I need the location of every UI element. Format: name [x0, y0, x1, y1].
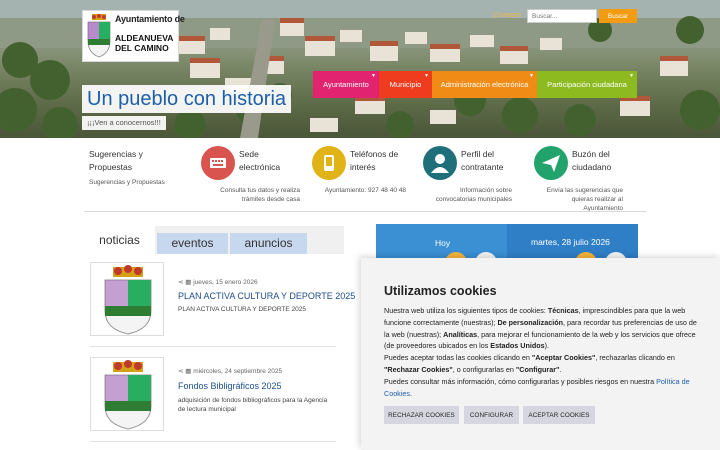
- cookie-text-span: Nuestra web utiliza los siguientes tipos…: [384, 306, 548, 315]
- logo-title: Ayuntamiento de: [115, 14, 185, 24]
- cookie-text-bold: Estados Unidos: [490, 341, 545, 351]
- quick-link-desc: Información sobre convocatorias municipa…: [435, 187, 512, 203]
- cookie-text-bold: "Rechazar Cookies": [384, 364, 453, 374]
- nav-item-participacion[interactable]: Participación ciudadana ▼: [537, 71, 637, 98]
- municipality-logo[interactable]: Ayuntamiento de ALDEANUEVA DEL CAMINO: [82, 10, 185, 62]
- quick-link-desc: Envía las sugerencias que quieras realiz…: [546, 187, 623, 212]
- tab-noticias[interactable]: noticias: [84, 226, 155, 254]
- caret-down-icon: ▼: [629, 73, 634, 79]
- quick-link-buzon[interactable]: Buzón del ciudadano Envía las sugerencia…: [533, 146, 643, 212]
- quick-link-sugerencias[interactable]: Sugerencias y Propuestas Sugerencias y P…: [89, 148, 189, 198]
- share-icon[interactable]: ⋖: [178, 279, 183, 286]
- cookie-paragraph: Puedes consultar más información, cómo c…: [384, 376, 698, 400]
- quick-link-title: Buzón del ciudadano: [572, 149, 612, 172]
- news-date: miércoles, 24 septiembre 2025: [193, 368, 283, 375]
- quick-link-title: Sede electrónica: [239, 149, 281, 172]
- hero-banner: Ayuntamiento de ALDEANUEVA DEL CAMINO Co…: [0, 0, 720, 138]
- news-meta: ⋖ ▦ jueves, 15 enero 2026: [178, 278, 258, 286]
- tab-anuncios[interactable]: anuncios: [230, 233, 307, 254]
- hero-subtitle: ¡¡¡Ven a conocernos!!!: [82, 116, 166, 130]
- accept-cookies-button[interactable]: ACEPTAR COOKIES: [523, 406, 595, 424]
- cookie-text-bold: "Configurar": [515, 364, 560, 374]
- quick-link-desc: Sugerencias y Propuestas: [89, 179, 165, 186]
- cookie-text-span: , rechazarlas clicando en: [595, 353, 675, 363]
- logo-municipality-name: ALDEANUEVA DEL CAMINO: [115, 33, 174, 53]
- quick-link-desc: Consulta tus datos y realiza trámites de…: [220, 187, 300, 203]
- configure-cookies-button[interactable]: CONFIGURAR: [464, 406, 519, 424]
- cookie-text-bold: De personalización: [497, 317, 563, 327]
- weather-today-label: Hoy: [435, 238, 451, 248]
- news-thumbnail[interactable]: [90, 357, 164, 431]
- cookie-text-bold: "Aceptar Cookies": [531, 353, 596, 363]
- news-separator: [90, 346, 336, 347]
- quick-link-desc: Ayuntamiento: 927 48 40 48: [324, 187, 406, 194]
- quick-link-title: Sugerencias y Propuestas: [89, 149, 143, 172]
- send-icon: [534, 146, 568, 180]
- tab-eventos[interactable]: eventos: [157, 233, 228, 254]
- quick-link-perfil-contratante[interactable]: Perfil del contratante Información sobre…: [422, 146, 522, 206]
- cookie-title: Utilizamos cookies: [384, 284, 497, 298]
- cookie-text-bold: Analíticas: [443, 329, 478, 339]
- hero-title: Un pueblo con historia: [82, 85, 292, 113]
- caret-down-icon: ▼: [371, 73, 376, 79]
- section-divider: [84, 211, 646, 212]
- nav-item-municipio[interactable]: Municipio ▼: [379, 71, 432, 98]
- cookie-text-span: .: [559, 364, 562, 374]
- keyboard-icon: [201, 146, 235, 180]
- nav-label: Municipio: [389, 80, 422, 89]
- news-title[interactable]: Fondos Bibligráficos 2025: [178, 381, 282, 391]
- reject-cookies-button[interactable]: RECHAZAR COOKIES: [384, 406, 459, 424]
- nav-item-ayuntamiento[interactable]: Ayuntamiento ▼: [313, 71, 379, 98]
- share-icon[interactable]: ⋖: [178, 368, 183, 375]
- phone-icon: [312, 146, 346, 180]
- coat-of-arms-icon: [87, 14, 111, 58]
- user-icon: [423, 146, 457, 180]
- nav-label: Participación ciudadana: [547, 80, 627, 89]
- news-thumbnail[interactable]: [90, 262, 164, 336]
- cookie-paragraph: Puedes aceptar todas las cookies clicand…: [384, 352, 698, 376]
- nav-label: Administración electrónica: [440, 80, 529, 89]
- coat-of-arms-icon: [104, 360, 152, 430]
- news-description: PLAN ACTIVA CULTURA Y DEPORTE 2025: [178, 306, 307, 313]
- cookie-text-span: ).: [544, 341, 550, 351]
- quick-link-sede-electronica[interactable]: Sede electrónica Consulta tus datos y re…: [200, 146, 305, 206]
- news-separator: [90, 441, 336, 442]
- cookie-paragraph: Nuestra web utiliza los siguientes tipos…: [384, 305, 698, 352]
- cookie-text-span: .: [409, 388, 412, 398]
- news-title[interactable]: PLAN ACTIVA CULTURA Y DEPORTE 2025: [178, 291, 355, 301]
- calendar-icon: ▦: [185, 368, 192, 375]
- quick-link-telefonos[interactable]: Teléfonos de interés Ayuntamiento: 927 4…: [311, 146, 411, 206]
- cookie-banner: Utilizamos cookies Nuestra web utiliza l…: [361, 258, 720, 450]
- caret-down-icon: ▼: [424, 73, 429, 79]
- calendar-icon: ▦: [185, 279, 192, 286]
- cookie-text-bold: Técnicas: [547, 306, 579, 315]
- news-date: jueves, 15 enero 2026: [193, 279, 258, 286]
- quick-link-title: Teléfonos de interés: [350, 149, 399, 172]
- quick-link-title: Perfil del contratante: [461, 149, 504, 172]
- news-description: adquisición de fondos bibliográficos par…: [178, 397, 328, 413]
- search-button[interactable]: Buscar: [599, 9, 637, 23]
- search-input[interactable]: [527, 9, 597, 23]
- cookie-text: Nuestra web utiliza los siguientes tipos…: [384, 305, 698, 399]
- nav-label: Ayuntamiento: [323, 80, 369, 89]
- coat-of-arms-icon: [104, 265, 152, 335]
- news-meta: ⋖ ▦ miércoles, 24 septiembre 2025: [178, 367, 282, 375]
- nav-item-administracion[interactable]: Administración electrónica ▼: [432, 71, 537, 98]
- caret-down-icon: ▼: [529, 73, 534, 79]
- cookie-text-span: Puedes consultar más información, cómo c…: [384, 376, 657, 386]
- cookie-text-span: Puedes aceptar todas las cookies clicand…: [384, 353, 532, 363]
- quick-links: Sugerencias y Propuestas Sugerencias y P…: [0, 138, 720, 213]
- main-nav: Ayuntamiento ▼ Municipio ▼ Administració…: [313, 71, 637, 98]
- cookie-text-span: , o configurarlas en: [452, 364, 516, 374]
- weather-tomorrow-label: martes, 28 julio 2026: [531, 237, 610, 247]
- contact-link[interactable]: Contacto: [493, 12, 521, 19]
